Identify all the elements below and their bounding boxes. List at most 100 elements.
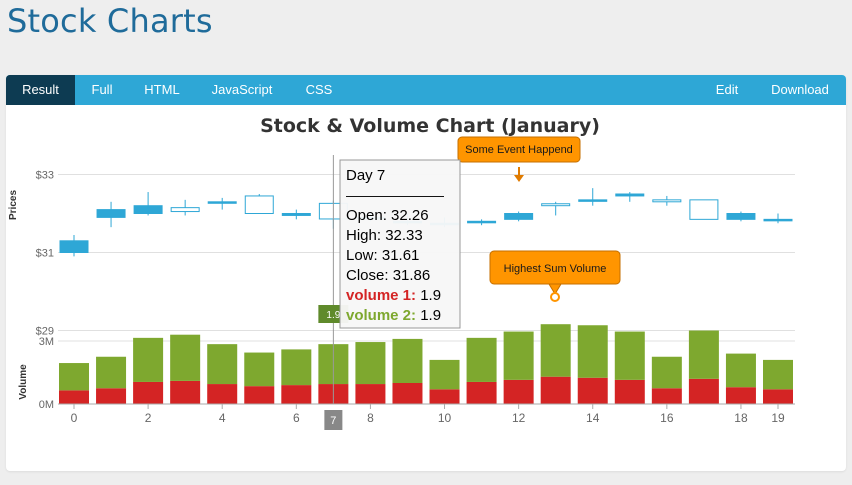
crosshair-y-label: 1.9 — [326, 310, 340, 321]
x-tick-label: 8 — [367, 411, 374, 425]
x-tick-label: 6 — [293, 411, 300, 425]
annotation-event[interactable]: Some Event Happend — [457, 136, 581, 182]
tab-bar: Result Full HTML JavaScript CSS Edit Dow… — [6, 75, 846, 105]
annotation-highest-marker — [550, 292, 560, 302]
volume2-bar — [725, 353, 756, 388]
tab-result[interactable]: Result — [6, 75, 75, 105]
candle-body — [207, 201, 237, 204]
crosshair-x-label: 7 — [330, 415, 336, 427]
volume1-bar — [466, 381, 497, 404]
candle-body — [652, 199, 682, 203]
annotation-highest-volume[interactable]: Highest Sum Volume — [489, 250, 621, 302]
x-tick-label: 0 — [71, 411, 78, 425]
tab-edit[interactable]: Edit — [706, 75, 748, 105]
x-tick-label: 18 — [734, 411, 748, 425]
tooltip-volume1: volume 1: 1.9 — [346, 287, 441, 304]
x-tick-label: 12 — [512, 411, 526, 425]
candle-body — [578, 199, 608, 202]
candle-body — [615, 193, 645, 197]
volume2-bar — [688, 330, 719, 379]
volume2-bar — [614, 331, 645, 380]
volume1-bar — [688, 378, 719, 404]
candle-body — [59, 240, 89, 254]
volume1-bar — [725, 387, 756, 404]
volume1-bar — [503, 379, 534, 404]
tab-download[interactable]: Download — [762, 75, 838, 105]
tooltip-low: Low: 31.61 — [346, 247, 419, 264]
x-tick-label: 4 — [219, 411, 226, 425]
volume1-bar — [614, 379, 645, 404]
volume2-bar — [466, 337, 497, 382]
candle-body — [504, 213, 534, 220]
candle-body — [763, 218, 793, 222]
volume1-bar — [429, 389, 460, 404]
volume1-bar — [281, 385, 312, 404]
volume2-bar — [392, 338, 423, 383]
volume1-bar — [355, 384, 386, 404]
price-axis-label: Prices — [8, 190, 19, 220]
x-tick-label: 16 — [660, 411, 674, 425]
stock-volume-chart[interactable]: Stock & Volume Chart (January) $29$31$33… — [6, 105, 846, 471]
volume1-bar — [651, 388, 682, 404]
volume1-bar — [540, 376, 571, 404]
tooltip-separator: ——————— — [346, 187, 444, 203]
tooltip-open: Open: 32.26 — [346, 207, 429, 224]
volume1-bar — [207, 384, 238, 404]
price-tick-label: $33 — [36, 170, 54, 182]
volume2-bar — [651, 356, 682, 389]
volume1-bar — [577, 377, 608, 404]
volume1-bar — [244, 386, 275, 404]
tooltip-volume2: volume 2: 1.9 — [346, 307, 441, 324]
x-tick-label: 2 — [145, 411, 152, 425]
tooltip-close: Close: 31.86 — [346, 267, 430, 284]
candle-body — [281, 213, 311, 216]
volume1-bar — [763, 389, 793, 404]
result-panel: Result Full HTML JavaScript CSS Edit Dow… — [6, 75, 846, 471]
tab-full[interactable]: Full — [82, 75, 122, 105]
volume1-bar — [59, 390, 89, 404]
volume2-bar — [429, 359, 460, 390]
volume2-bar — [207, 344, 238, 385]
candle-body — [467, 220, 497, 224]
tooltip-high: High: 32.33 — [346, 227, 423, 244]
volume2-bar — [577, 325, 608, 378]
candle-body — [96, 209, 126, 218]
candle-body — [170, 207, 200, 213]
x-tick-label: 14 — [586, 411, 600, 425]
volume2-bar — [170, 334, 201, 381]
annotation-event-text: Some Event Happend — [465, 144, 573, 156]
tab-html[interactable]: HTML — [136, 75, 188, 105]
volume-axis-label: Volume — [18, 364, 29, 400]
volume2-bar — [355, 342, 386, 385]
candle-body — [689, 199, 719, 220]
price-tick-label: $31 — [36, 248, 54, 260]
volume2-bar — [540, 324, 571, 377]
volume2-bar — [96, 356, 127, 389]
volume2-bar — [281, 349, 312, 386]
volume2-bar — [244, 352, 275, 387]
volume1-bar — [96, 388, 127, 404]
annotation-highest-text: Highest Sum Volume — [504, 263, 607, 275]
x-tick-label: 19 — [771, 411, 785, 425]
tooltip-title: Day 7 — [346, 167, 385, 184]
volume2-bar — [503, 331, 534, 380]
page-title: Stock Charts — [7, 2, 213, 40]
tab-css[interactable]: CSS — [298, 75, 340, 105]
volume-tick-label: 0M — [39, 399, 54, 411]
volume1-bar — [170, 380, 201, 404]
annotation-event-arrowhead — [514, 175, 524, 182]
volume-tick-label: 3M — [39, 336, 54, 348]
x-tick-label: 10 — [438, 411, 452, 425]
volume1-bar — [392, 383, 423, 404]
candle-body — [244, 195, 274, 214]
volume2-bar — [59, 363, 89, 391]
volume2-bar — [133, 337, 164, 382]
candle-body — [133, 205, 163, 214]
volume2-bar — [763, 359, 793, 390]
candle-body — [726, 213, 756, 220]
volume1-bar — [133, 381, 164, 404]
chart-title: Stock & Volume Chart (January) — [260, 115, 600, 137]
tab-javascript[interactable]: JavaScript — [204, 75, 280, 105]
tooltip: Day 7 ——————— Open: 32.26 High: 32.33 Lo… — [339, 159, 461, 329]
candle-body — [541, 203, 571, 207]
